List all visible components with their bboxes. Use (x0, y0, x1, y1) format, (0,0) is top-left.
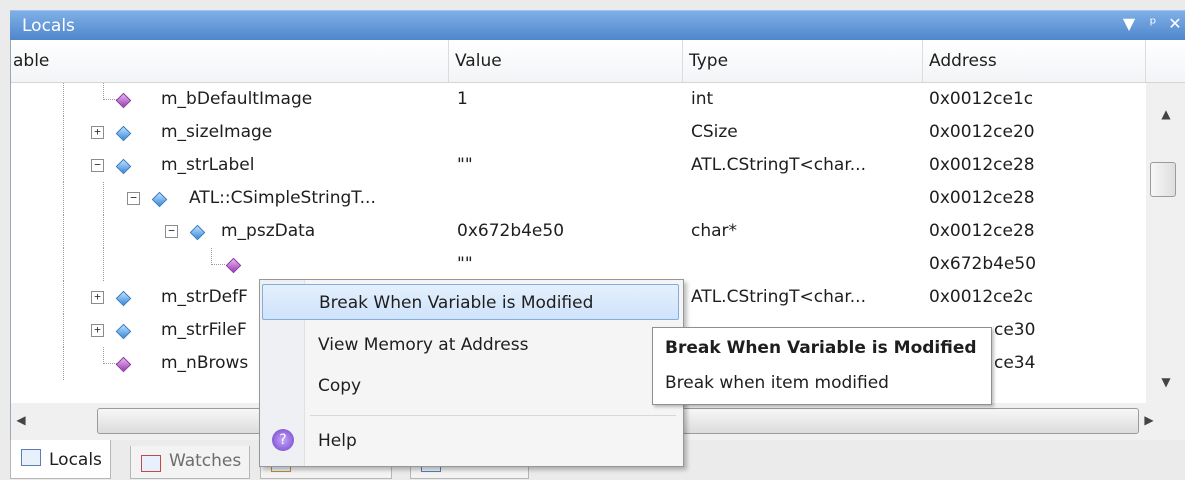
variable-name: m_nBrows (161, 353, 249, 373)
variable-address: 0x0012ce28 (929, 155, 1035, 175)
menu-tooltip: Break When Variable is Modified Break wh… (652, 327, 992, 405)
collapse-icon[interactable]: − (91, 159, 104, 172)
variable-type: ATL.CStringT<char... (691, 155, 866, 175)
close-icon[interactable]: ✕ (1164, 13, 1185, 35)
column-header-type[interactable]: Type (683, 40, 923, 82)
tab-watches[interactable]: Watches (130, 446, 251, 479)
scroll-right-icon[interactable]: ▶ (1139, 413, 1159, 427)
column-header-value[interactable]: Value (449, 40, 683, 82)
scroll-down-icon[interactable]: ▼ (1146, 375, 1185, 389)
auto-hide-pin-icon[interactable]: ᵖ (1142, 13, 1164, 35)
expand-icon[interactable]: + (91, 324, 104, 337)
variable-address: 0x0012ce28 (929, 188, 1035, 208)
menu-item-copy[interactable]: Copy (262, 368, 679, 404)
variable-type: ATL.CStringT<char... (691, 287, 866, 307)
variable-type: int (691, 89, 714, 109)
locals-icon (21, 449, 41, 466)
variable-address: ce34 (994, 353, 1036, 373)
column-header-row: able Value Type Address (11, 40, 1185, 83)
window-title: Locals (22, 16, 75, 36)
variable-name: m_strFileF (161, 320, 247, 340)
variable-value[interactable]: "" (457, 149, 473, 182)
variable-address: ce30 (994, 320, 1036, 340)
variable-address: 0x672b4e50 (929, 254, 1037, 274)
variable-address: 0x0012ce2c (929, 287, 1034, 307)
variable-value[interactable]: 0x672b4e50 (457, 215, 564, 248)
object-icon (189, 224, 206, 241)
variable-value[interactable]: "" (457, 248, 473, 281)
object-icon (151, 191, 168, 208)
collapse-icon[interactable]: − (165, 225, 178, 238)
menu-separator (310, 415, 676, 416)
tooltip-title: Break When Variable is Modified (665, 338, 977, 358)
title-bar[interactable]: Locals ▼ ᵖ ✕ (10, 10, 1185, 40)
tooltip-body: Break when item modified (665, 373, 889, 393)
variable-name: m_sizeImage (161, 122, 273, 142)
context-menu: Break When Variable is Modified View Mem… (259, 279, 684, 467)
window-position-dropdown-icon[interactable]: ▼ (1118, 13, 1140, 35)
variable-name: m_strDefF (161, 287, 248, 307)
variable-address: 0x0012ce20 (929, 122, 1035, 142)
table-row[interactable]: m_bDefaultImage 1 int 0x0012ce1c (11, 83, 1146, 116)
field-icon (115, 356, 132, 373)
vertical-scroll-thumb[interactable] (1150, 162, 1176, 197)
object-icon (115, 290, 132, 307)
table-row[interactable]: "" 0x672b4e50 (11, 248, 1146, 281)
tab-locals[interactable]: Locals (10, 440, 111, 479)
expand-icon[interactable]: + (91, 126, 104, 139)
menu-item-view-memory[interactable]: View Memory at Address (262, 327, 679, 363)
variable-name: m_pszData (221, 221, 316, 241)
variable-type: CSize (691, 122, 738, 142)
variable-name: m_bDefaultImage (161, 89, 313, 109)
field-icon (225, 257, 242, 274)
variable-type: char* (691, 221, 738, 241)
vertical-scrollbar[interactable]: ▲ ▼ (1146, 83, 1185, 403)
scroll-up-icon[interactable]: ▲ (1146, 107, 1185, 121)
table-row[interactable]: − m_strLabel "" ATL.CStringT<char... 0x0… (11, 149, 1146, 182)
field-icon (115, 92, 132, 109)
column-header-name[interactable]: able (11, 40, 449, 82)
variable-name: m_strLabel (161, 155, 255, 175)
scroll-left-icon[interactable]: ◀ (11, 413, 31, 427)
variable-address: 0x0012ce28 (929, 221, 1035, 241)
object-icon (115, 323, 132, 340)
tab-label: Locals (49, 450, 102, 470)
variable-address: 0x0012ce1c (929, 89, 1034, 109)
table-row[interactable]: + m_sizeImage CSize 0x0012ce20 (11, 116, 1146, 149)
tab-label: Watches (169, 451, 242, 471)
column-header-address[interactable]: Address (923, 40, 1146, 82)
expand-icon[interactable]: + (91, 291, 104, 304)
table-row[interactable]: − ATL::CSimpleStringT... 0x0012ce28 (11, 182, 1146, 215)
variable-name: ATL::CSimpleStringT... (189, 188, 376, 208)
menu-item-help[interactable]: ? Help (262, 423, 679, 459)
menu-item-break-when-modified[interactable]: Break When Variable is Modified (262, 284, 679, 320)
object-icon (115, 158, 132, 175)
object-icon (115, 125, 132, 142)
tool-window-header: Locals ▼ ᵖ ✕ (0, 0, 1185, 40)
help-icon: ? (272, 429, 294, 451)
collapse-icon[interactable]: − (127, 192, 140, 205)
watches-icon (141, 455, 161, 472)
variable-value[interactable]: 1 (457, 83, 468, 116)
table-row[interactable]: − m_pszData 0x672b4e50 char* 0x0012ce28 (11, 215, 1146, 248)
